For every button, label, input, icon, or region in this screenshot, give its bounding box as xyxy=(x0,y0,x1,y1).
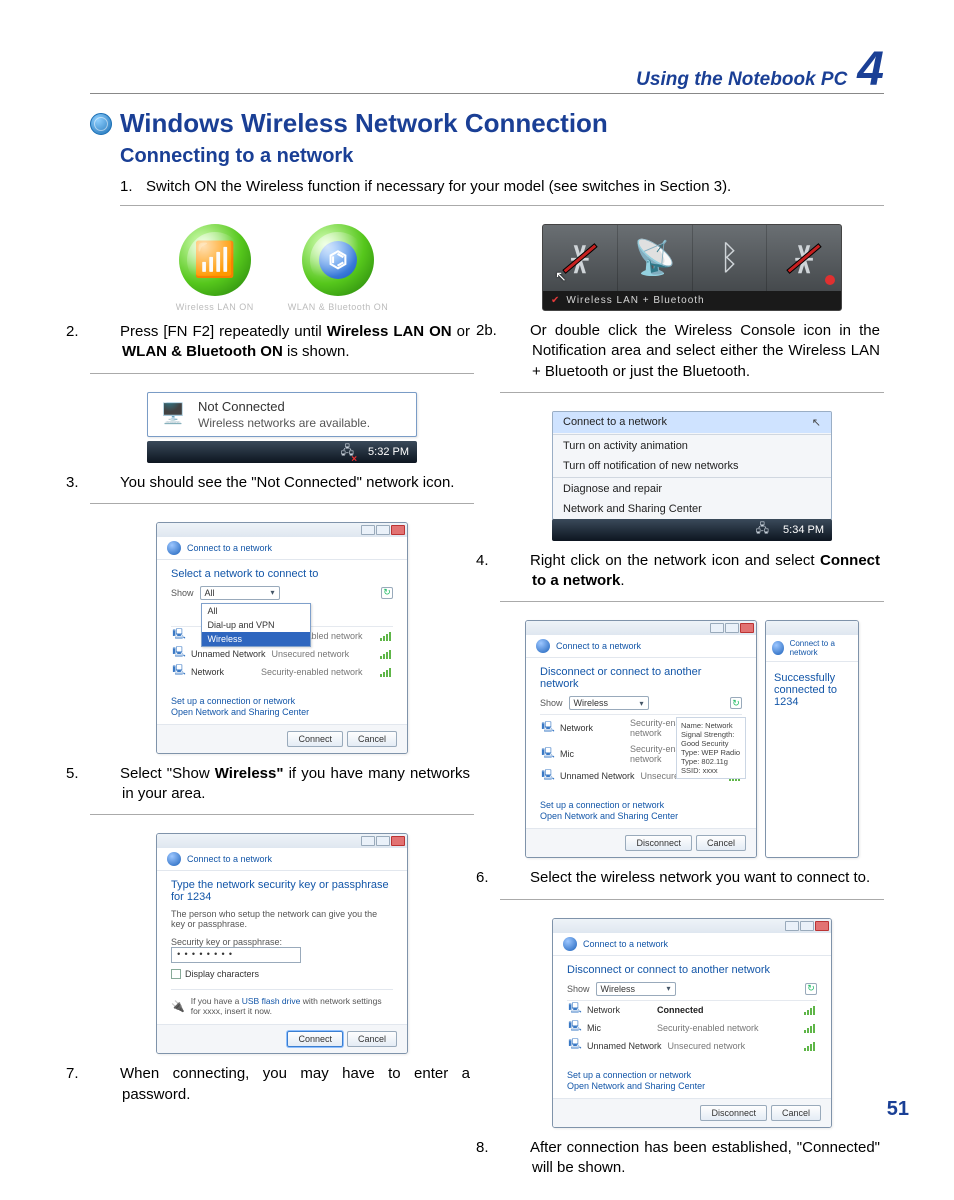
refresh-icon[interactable]: ↻ xyxy=(805,983,817,995)
ctx-sharing[interactable]: Network and Sharing Center xyxy=(553,499,831,519)
close-icon[interactable] xyxy=(391,525,405,535)
show-dropdown[interactable]: All▾ All Dial-up and VPN Wireless xyxy=(200,586,280,600)
monitors-icon: 🖥️ xyxy=(158,399,188,429)
taskbar-time: 5:32 PM xyxy=(368,446,409,458)
refresh-icon[interactable]: ↻ xyxy=(381,587,393,599)
step-8: 8.After connection has been established,… xyxy=(528,1138,884,1179)
link-sharing-center[interactable]: Open Network and Sharing Center xyxy=(171,707,393,717)
disconnect-button[interactable]: Disconnect xyxy=(625,835,692,851)
passphrase-input[interactable]: •••••••• xyxy=(171,947,301,963)
taskbar: 🖧 5:34 PM xyxy=(552,519,832,541)
wlan-bt-on-icon: ⌬ xyxy=(302,224,374,296)
back-icon[interactable] xyxy=(536,639,550,653)
connect-button[interactable]: Connect xyxy=(287,731,343,747)
wlan-icon[interactable]: 📡 xyxy=(618,225,693,291)
all-off-icon[interactable]: ᚕ xyxy=(767,225,841,291)
taskbar: 🖧 5:32 PM xyxy=(147,441,417,463)
back-icon[interactable] xyxy=(167,541,181,555)
step-7: 7.When connecting, you may have to enter… xyxy=(118,1064,474,1105)
taskbar-time: 5:34 PM xyxy=(783,524,824,536)
network-row[interactable]: 🖳Unnamed NetworkUnsecured network xyxy=(171,645,393,663)
show-dropdown[interactable]: Wireless▾ xyxy=(596,982,676,996)
ctx-animation[interactable]: Turn on activity animation xyxy=(553,436,831,456)
osd-icons: 📶 Wireless LAN ON ⌬ WLAN & Bluetooth ON xyxy=(176,224,389,312)
cursor-icon: ↖ xyxy=(812,416,821,429)
page-header: Using the Notebook PC 4 xyxy=(90,48,884,94)
chapter-number: 4 xyxy=(857,48,884,91)
network-tray-icon[interactable]: 🖧 xyxy=(756,519,769,540)
ctx-diagnose[interactable]: Diagnose and repair xyxy=(553,479,831,499)
show-dropdown-menu: All Dial-up and VPN Wireless xyxy=(201,603,311,647)
link-setup-connection[interactable]: Set up a connection or network xyxy=(540,800,742,810)
network-context-menu-figure: Connect to a network↖ Turn on activity a… xyxy=(552,411,832,541)
back-icon[interactable] xyxy=(167,852,181,866)
network-row[interactable]: 🖳Unnamed NetworkUnsecured network xyxy=(567,1037,817,1055)
tooltip-title: Not Connected xyxy=(198,399,370,414)
cancel-button[interactable]: Cancel xyxy=(347,1031,397,1047)
link-sharing-center[interactable]: Open Network and Sharing Center xyxy=(540,811,742,821)
network-row[interactable]: 🖳NetworkConnected xyxy=(567,1001,817,1019)
page-subtitle: Connecting to a network xyxy=(120,145,884,168)
globe-icon xyxy=(90,113,112,135)
dialog-heading: Type the network security key or passphr… xyxy=(171,879,393,903)
cancel-button[interactable]: Cancel xyxy=(347,731,397,747)
network-tray-icon[interactable]: 🖧 xyxy=(341,441,354,462)
dialog-heading: Select a network to connect to xyxy=(171,568,393,580)
link-sharing-center[interactable]: Open Network and Sharing Center xyxy=(567,1081,817,1091)
network-row[interactable]: 🖳NetworkSecurity-enabled network xyxy=(171,663,393,681)
tooltip-subtitle: Wireless networks are available. xyxy=(198,416,370,430)
usb-icon: 🔌 xyxy=(171,1000,185,1013)
wireless-console-strip: ᚕ↖ 📡 ᛒ ᚕ ✔ Wireless LAN + Bluetooth xyxy=(542,224,842,311)
ctx-notification[interactable]: Turn off notification of new networks xyxy=(553,456,831,476)
cursor-icon: ↖ xyxy=(555,268,567,285)
show-dropdown[interactable]: Wireless▾ xyxy=(569,696,649,710)
network-tooltip: Name: Network Signal Strength: Good Secu… xyxy=(676,717,746,779)
close-icon[interactable] xyxy=(391,836,405,846)
step-5: 5.Select "Show Wireless" if you have man… xyxy=(118,764,474,805)
refresh-icon[interactable]: ↻ xyxy=(730,697,742,709)
back-icon[interactable] xyxy=(563,937,577,951)
page-title: Windows Wireless Network Connection xyxy=(120,108,608,139)
wlan-bt-off-icon[interactable]: ᚕ↖ xyxy=(543,225,618,291)
step-2: 2.Press [FN F2] repeatedly until Wireles… xyxy=(118,322,474,363)
ctx-connect[interactable]: Connect to a network↖ xyxy=(553,412,831,433)
network-row[interactable]: 🖳MicSecurity-enabled network xyxy=(567,1019,817,1037)
step-1: 1.Switch ON the Wireless function if nec… xyxy=(120,178,884,206)
step-2b: 2b.Or double click the Wireless Console … xyxy=(528,321,884,382)
step-4: 4.Right click on the network icon and se… xyxy=(528,551,884,592)
connect-dialog-show-filter: Connect to a network Select a network to… xyxy=(156,522,408,754)
page-number: 51 xyxy=(887,1098,909,1121)
bluetooth-icon[interactable]: ᛒ xyxy=(693,225,768,291)
link-setup-connection[interactable]: Set up a connection or network xyxy=(567,1070,817,1080)
close-icon[interactable] xyxy=(740,623,754,633)
dialog-heading: Disconnect or connect to another network xyxy=(540,666,742,690)
display-chars-checkbox[interactable]: Display characters xyxy=(171,969,393,979)
step-6: 6.Select the wireless network you want t… xyxy=(528,868,884,888)
link-setup-connection[interactable]: Set up a connection or network xyxy=(171,696,393,706)
context-menu: Connect to a network↖ Turn on activity a… xyxy=(552,411,832,520)
step-3: 3.You should see the "Not Connected" net… xyxy=(118,473,474,493)
dialog-heading: Disconnect or connect to another network xyxy=(567,964,817,976)
cancel-button[interactable]: Cancel xyxy=(696,835,746,851)
check-icon: ✔ xyxy=(551,295,560,306)
select-network-dialog: Connect to a network Disconnect or conne… xyxy=(525,620,757,858)
page-title-row: Windows Wireless Network Connection xyxy=(90,108,884,139)
wlan-on-icon: 📶 xyxy=(179,224,251,296)
wlan-bt-on-caption: WLAN & Bluetooth ON xyxy=(288,302,389,312)
cancel-button[interactable]: Cancel xyxy=(771,1105,821,1121)
wlan-on-caption: Wireless LAN ON xyxy=(176,302,254,312)
passphrase-dialog: Connect to a network Type the network se… xyxy=(156,833,408,1054)
success-callout: Successfully connected to 1234 xyxy=(774,672,850,708)
not-connected-tooltip: 🖥️ Not Connected Wireless networks are a… xyxy=(147,392,417,463)
connected-callout-dialog: Connect to a network Successfully connec… xyxy=(765,620,859,858)
section-title: Using the Notebook PC xyxy=(636,69,847,91)
close-icon[interactable] xyxy=(815,921,829,931)
back-icon[interactable] xyxy=(772,641,784,655)
disconnect-button[interactable]: Disconnect xyxy=(700,1105,767,1121)
connect-button[interactable]: Connect xyxy=(287,1031,343,1047)
strip-label: Wireless LAN + Bluetooth xyxy=(566,295,704,306)
connected-dialog: Connect to a network Disconnect or conne… xyxy=(552,918,832,1128)
